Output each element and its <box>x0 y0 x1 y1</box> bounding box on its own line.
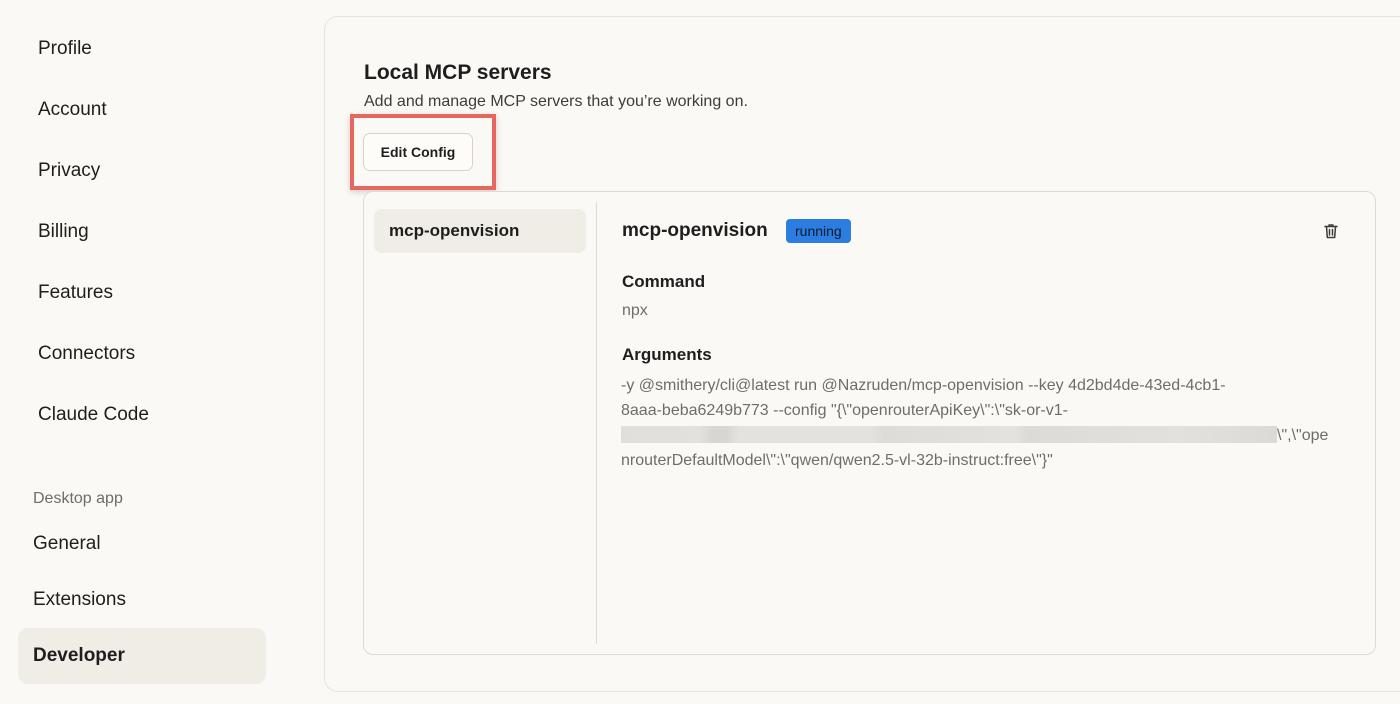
arguments-label: Arguments <box>622 345 712 364</box>
command-value: npx <box>622 302 648 319</box>
arguments-line-1: -y @smithery/cli@latest run @Nazruden/mc… <box>621 377 1226 394</box>
arguments-value: -y @smithery/cli@latest run @Nazruden/mc… <box>621 373 1351 473</box>
redacted-api-key <box>621 426 1277 443</box>
settings-sidebar: Profile Account Privacy Billing Features… <box>0 0 300 704</box>
sidebar-item-profile[interactable]: Profile <box>38 38 92 60</box>
sidebar-item-features[interactable]: Features <box>38 282 113 304</box>
server-detail-name: mcp-openvision <box>622 220 768 241</box>
sidebar-item-account[interactable]: Account <box>38 99 107 121</box>
sidebar-item-general[interactable]: General <box>33 533 101 555</box>
edit-config-button[interactable]: Edit Config <box>363 133 473 171</box>
sidebar-item-developer[interactable]: Developer <box>18 628 266 684</box>
arguments-line-2: 8aaa-beba6249b773 --config "{\"openroute… <box>621 402 1068 419</box>
command-label: Command <box>622 272 706 291</box>
page-subtitle: Add and manage MCP servers that you’re w… <box>364 93 748 110</box>
sidebar-item-billing[interactable]: Billing <box>38 221 89 243</box>
status-badge: running <box>786 219 851 243</box>
desktop-app-section-label: Desktop app <box>33 490 123 507</box>
trash-icon[interactable] <box>1321 221 1341 241</box>
arguments-line-3: \",\"ope <box>1277 427 1329 444</box>
sidebar-item-extensions[interactable]: Extensions <box>33 589 126 611</box>
page-title: Local MCP servers <box>364 61 552 84</box>
arguments-line-4: nrouterDefaultModel\":\"qwen/qwen2.5-vl-… <box>621 452 1053 469</box>
server-list-divider <box>596 202 597 644</box>
sidebar-item-connectors[interactable]: Connectors <box>38 343 135 365</box>
sidebar-item-claude-code[interactable]: Claude Code <box>38 404 149 426</box>
server-list-item[interactable]: mcp-openvision <box>374 209 586 253</box>
sidebar-item-privacy[interactable]: Privacy <box>38 160 100 182</box>
